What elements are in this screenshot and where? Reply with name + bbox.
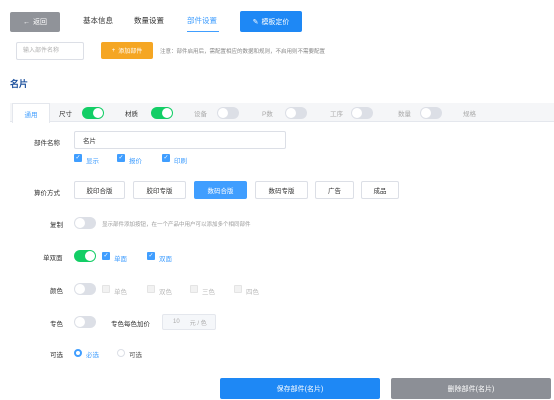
single-side-checkbox[interactable]	[102, 252, 110, 260]
plus-icon: +	[111, 47, 116, 54]
back-button-label: 返回	[33, 19, 47, 26]
spot-price-unit: 元 / 色	[189, 320, 207, 327]
tab-part-settings[interactable]: 部件设置	[187, 15, 217, 26]
arrow-left-icon: ←	[23, 18, 30, 26]
spot-price-value: 10	[173, 319, 180, 325]
tab-material-label[interactable]: 材质	[125, 108, 138, 118]
part-name-label: 部件名称	[34, 140, 60, 147]
color-toggle[interactable]	[74, 283, 96, 295]
pages-toggle[interactable]	[285, 107, 307, 119]
edit-icon: ✎	[252, 18, 259, 26]
print-checkbox[interactable]	[162, 154, 170, 162]
toolbar-note: 注意：部件启用后，需配置相应的数据和规则，不启用则不需要配置	[160, 49, 326, 55]
add-part-label: 添加部件	[118, 49, 143, 55]
pricing-method-label: 算价方式	[34, 190, 60, 197]
color-label: 颜色	[50, 288, 63, 295]
tab-size-label[interactable]: 尺寸	[59, 108, 72, 118]
pricing-advertising[interactable]: 广告	[315, 181, 354, 199]
part-name-input[interactable]: 名片	[74, 131, 286, 149]
device-toggle[interactable]	[217, 107, 239, 119]
print-checkbox-label[interactable]: 印刷	[174, 155, 187, 165]
save-part-button[interactable]: 保存部件(名片)	[220, 378, 380, 399]
show-checkbox-label[interactable]: 显示	[86, 155, 99, 165]
four-color-checkbox[interactable]	[234, 285, 242, 293]
template-pricing-button[interactable]: ✎ 模板定价	[240, 11, 302, 32]
pricing-digital-dedicated[interactable]: 数码专版	[255, 181, 308, 199]
section-title: 名片	[10, 79, 29, 89]
duplex-toggle[interactable]	[74, 250, 96, 262]
pricing-offset-dedicated[interactable]: 胶印专版	[133, 181, 186, 199]
active-tab-indicator	[187, 31, 219, 32]
pricing-finished-product[interactable]: 成品	[361, 181, 399, 199]
add-part-button[interactable]: + 添加部件	[101, 42, 153, 59]
optional-radio-label[interactable]: 可选	[129, 349, 142, 359]
three-color-checkbox[interactable]	[190, 285, 198, 293]
spot-price-input[interactable]: 10 元 / 色	[162, 314, 216, 330]
mono-label: 单色	[114, 289, 127, 296]
part-name-search-input[interactable]	[16, 42, 84, 60]
required-radio[interactable]	[74, 349, 82, 357]
spot-price-label: 专色每色加价	[111, 321, 150, 328]
tab-general[interactable]: 通用	[12, 103, 50, 123]
four-color-label: 四色	[246, 289, 259, 296]
template-pricing-label: 模板定价	[261, 18, 290, 26]
pricing-digital-combined[interactable]: 数码合版	[194, 181, 247, 199]
process-toggle[interactable]	[351, 107, 373, 119]
optional-label: 可选	[50, 352, 63, 359]
pricing-offset-combined[interactable]: 胶印合版	[74, 181, 125, 199]
quote-checkbox[interactable]	[117, 154, 125, 162]
size-toggle[interactable]	[82, 107, 104, 119]
two-color-label: 双色	[159, 289, 172, 296]
copy-hint: 显示部件添加按钮，在一个产品中用户可以添加多个相同部件	[102, 222, 251, 228]
double-side-label[interactable]: 双面	[159, 253, 172, 263]
copy-label: 复制	[50, 222, 63, 229]
tab-basic-info[interactable]: 基本信息	[83, 15, 113, 26]
tab-device-label[interactable]: 设备	[194, 108, 207, 118]
single-side-label[interactable]: 单面	[114, 253, 127, 263]
tab-spec-label[interactable]: 规格	[463, 108, 476, 118]
tab-quantity-settings[interactable]: 数量设置	[134, 15, 164, 26]
spot-color-toggle[interactable]	[74, 316, 96, 328]
mono-checkbox[interactable]	[102, 285, 110, 293]
two-color-checkbox[interactable]	[147, 285, 155, 293]
copy-toggle[interactable]	[74, 217, 96, 229]
tab-quantity-label[interactable]: 数量	[398, 108, 411, 118]
double-side-checkbox[interactable]	[147, 252, 155, 260]
material-toggle[interactable]	[151, 107, 173, 119]
back-button[interactable]: ← 返回	[10, 12, 60, 32]
spot-color-label: 专色	[50, 321, 63, 328]
optional-radio[interactable]	[117, 349, 125, 357]
required-radio-label[interactable]: 必选	[86, 349, 99, 359]
show-checkbox[interactable]	[74, 154, 82, 162]
tab-process-label[interactable]: 工序	[330, 108, 343, 118]
tab-pages-label[interactable]: P数	[262, 108, 273, 118]
quote-checkbox-label[interactable]: 报价	[129, 155, 142, 165]
quantity-toggle[interactable]	[420, 107, 442, 119]
delete-part-button[interactable]: 删除部件(名片)	[391, 378, 551, 399]
duplex-label: 单双面	[43, 255, 63, 262]
three-color-label: 三色	[202, 289, 215, 296]
